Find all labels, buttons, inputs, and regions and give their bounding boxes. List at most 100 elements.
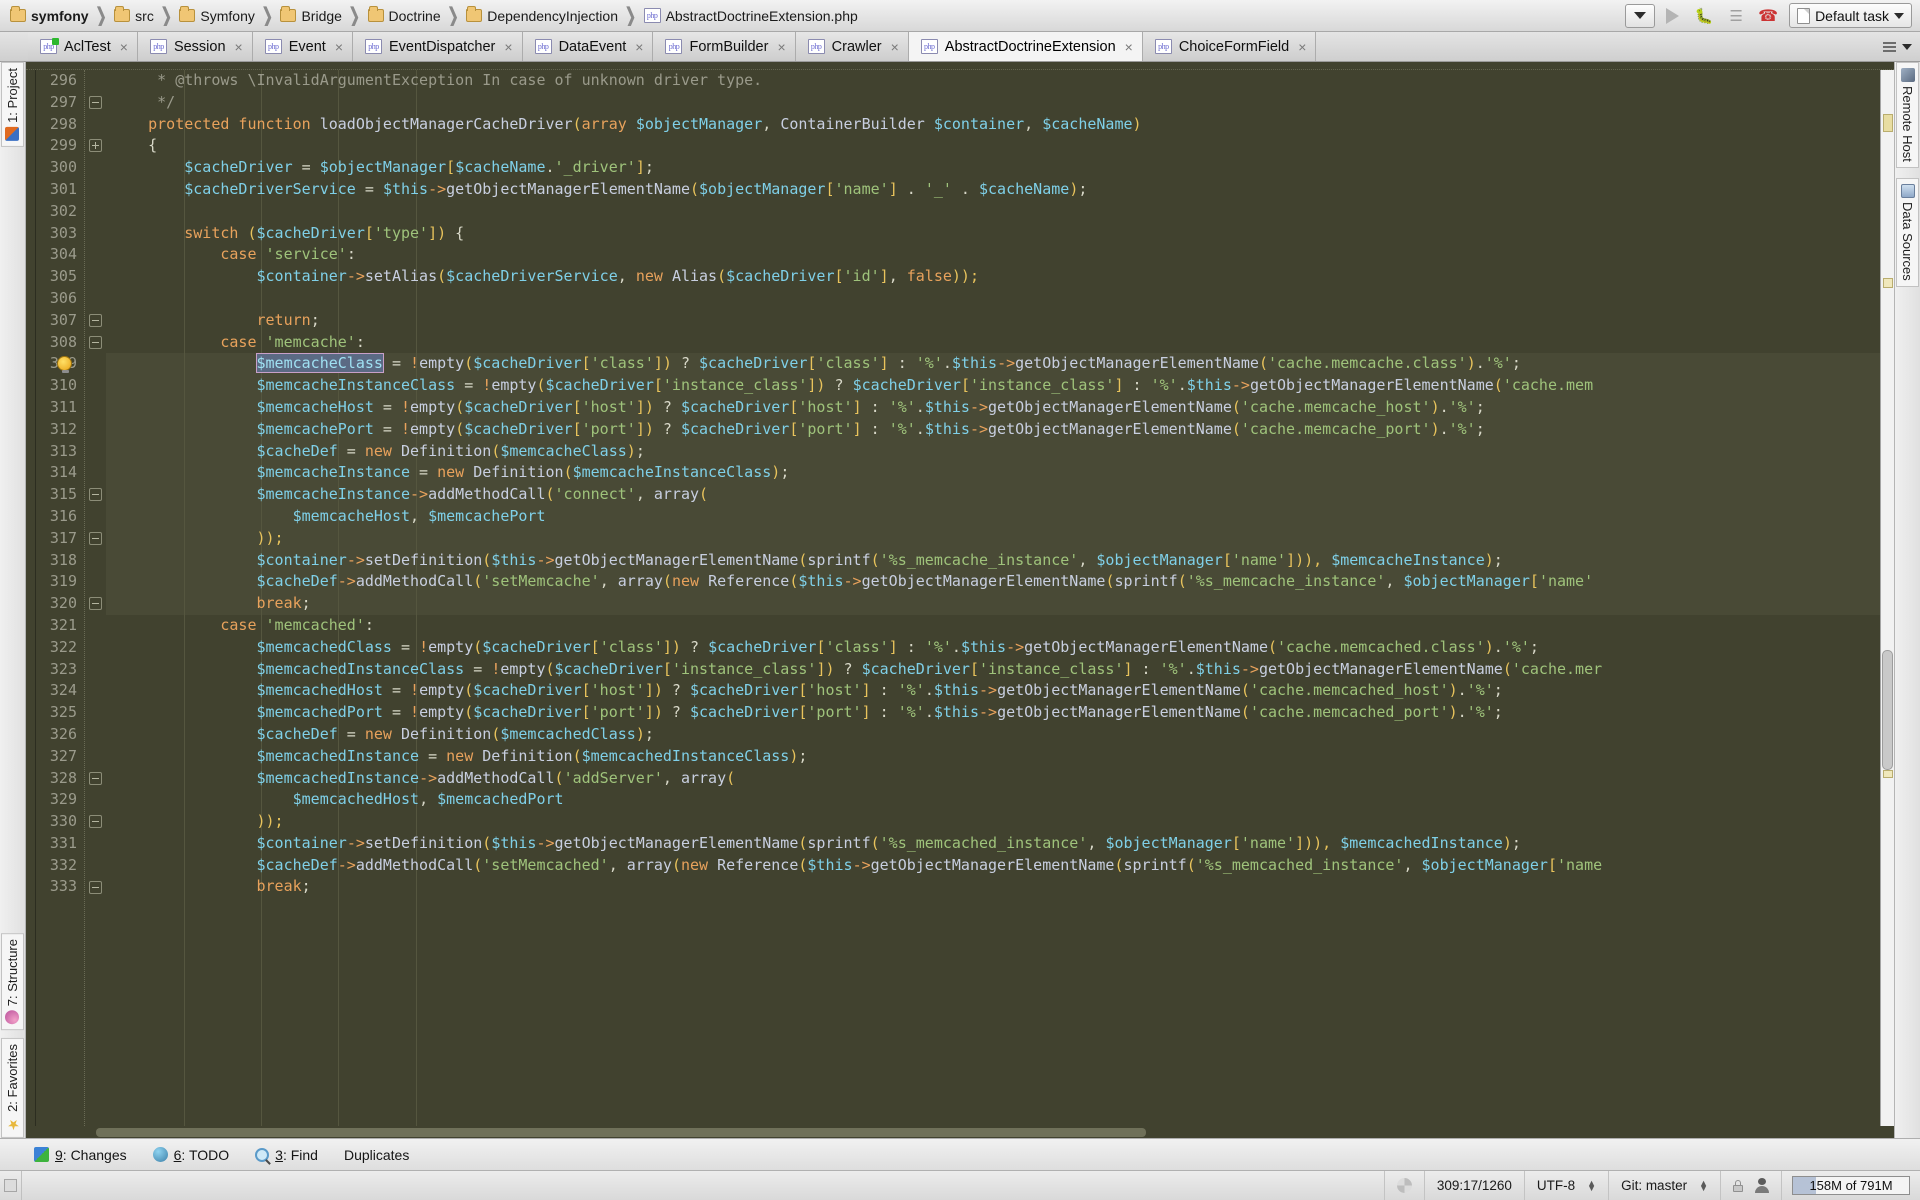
breadcrumb-item-doctrine[interactable]: Doctrine xyxy=(366,6,443,26)
code-fold-toggle[interactable] xyxy=(89,531,102,545)
code-folding-column[interactable] xyxy=(57,70,106,1126)
code-line[interactable]: $cacheDef->addMethodCall('setMemcache', … xyxy=(112,571,1880,593)
caret-position[interactable]: 309:17/1260 xyxy=(1423,1171,1524,1200)
code-line[interactable]: $memcacheInstanceClass = !empty($cacheDr… xyxy=(112,375,1880,397)
code-line[interactable]: $container->setDefinition($this->getObje… xyxy=(112,550,1880,572)
code-line[interactable]: $memcachedClass = !empty($cacheDriver['c… xyxy=(112,637,1880,659)
code-line[interactable]: * @throws \InvalidArgumentException In c… xyxy=(112,70,1880,92)
code-line[interactable]: $memcachedHost, $memcachedPort xyxy=(112,789,1880,811)
tab-list-menu-icon[interactable] xyxy=(1883,41,1896,52)
code-fold-toggle[interactable] xyxy=(89,815,102,829)
sidebar-item-project[interactable]: 1: Project xyxy=(1,62,24,147)
sidebar-item-structure[interactable]: 7: Structure xyxy=(1,932,24,1031)
code-line[interactable]: */ xyxy=(112,92,1880,114)
breadcrumb-item-symfony[interactable]: symfony xyxy=(8,6,91,26)
sidebar-item-favorites[interactable]: ★ 2: Favorites xyxy=(1,1038,24,1138)
code-fold-toggle[interactable] xyxy=(89,95,102,109)
tab-acltest[interactable]: php AclTest × xyxy=(28,32,138,61)
profile-button[interactable]: ☎ xyxy=(1753,4,1783,28)
code-line[interactable]: $memcacheHost, $memcachePort xyxy=(112,506,1880,528)
code-line[interactable] xyxy=(112,288,1880,310)
status-icons[interactable] xyxy=(1720,1171,1781,1200)
editor-gutter[interactable]: 296 297 298 299 300 301 302 303 304 305 306 307 308 3… xyxy=(36,70,106,1126)
breadcrumb-item-symfony[interactable]: Symfony xyxy=(177,6,256,26)
tab-eventdispatcher[interactable]: php EventDispatcher × xyxy=(353,32,523,61)
tab-close-icon[interactable]: × xyxy=(775,39,785,55)
sidebar-item-remote-host[interactable]: Remote Host xyxy=(1896,62,1919,168)
code-line[interactable]: $memcachedInstance->addMethodCall('addSe… xyxy=(112,768,1880,790)
toggle-tool-windows-button[interactable] xyxy=(0,1171,22,1200)
debug-button[interactable]: 🐛 xyxy=(1689,4,1719,28)
code-fold-toggle[interactable] xyxy=(89,139,102,153)
code-line[interactable]: $container->setAlias($cacheDriverService… xyxy=(112,266,1880,288)
breadcrumb-item-src[interactable]: src xyxy=(112,6,156,26)
code-line[interactable]: $memcachedInstanceClass = !empty($cacheD… xyxy=(112,659,1880,681)
code-fold-toggle[interactable] xyxy=(89,880,102,894)
code-line[interactable]: return; xyxy=(112,310,1880,332)
tab-close-icon[interactable]: × xyxy=(633,39,643,55)
code-line[interactable]: protected function loadObjectManagerCach… xyxy=(112,114,1880,136)
breadcrumb-item-bridge[interactable]: Bridge xyxy=(278,6,343,26)
memory-indicator[interactable]: 158M of 791M xyxy=(1781,1171,1920,1200)
tab-event[interactable]: php Event × xyxy=(252,32,353,61)
breadcrumb-item-abstractdoctrineextension-php[interactable]: php AbstractDoctrineExtension.php xyxy=(642,6,860,26)
chevron-down-icon[interactable] xyxy=(1902,43,1912,50)
code-line[interactable]: $memcacheInstance->addMethodCall('connec… xyxy=(112,484,1880,506)
code-fold-toggle[interactable] xyxy=(89,313,102,327)
code-line[interactable]: switch ($cacheDriver['type']) { xyxy=(112,223,1880,245)
tool-window-find[interactable]: 3: Find xyxy=(255,1147,318,1163)
tool-window-changes[interactable]: 9: Changes xyxy=(34,1147,127,1163)
tab-close-icon[interactable]: × xyxy=(1296,39,1306,55)
code-line[interactable]: case 'memcache': xyxy=(112,332,1880,354)
scrollbar-thumb[interactable] xyxy=(1882,650,1893,770)
code-line[interactable]: $cacheDef = new Definition($memcacheClas… xyxy=(112,441,1880,463)
code-fold-toggle[interactable] xyxy=(89,335,102,349)
tab-session[interactable]: php Session × xyxy=(137,32,253,61)
scrollbar-thumb[interactable] xyxy=(96,1128,1146,1137)
tab-close-icon[interactable]: × xyxy=(233,39,243,55)
tab-close-icon[interactable]: × xyxy=(118,39,128,55)
horizontal-scrollbar[interactable] xyxy=(26,1126,1894,1138)
tool-window-todo[interactable]: 6: TODO xyxy=(152,1147,229,1163)
tab-close-icon[interactable]: × xyxy=(1123,39,1133,55)
code-line[interactable]: $memcachedPort = !empty($cacheDriver['po… xyxy=(112,702,1880,724)
tab-formbuilder[interactable]: php FormBuilder × xyxy=(653,32,796,61)
code-line[interactable]: { xyxy=(112,135,1880,157)
code-line[interactable]: case 'memcached': xyxy=(112,615,1880,637)
code-text-area[interactable]: * @throws \InvalidArgumentException In c… xyxy=(106,70,1880,1126)
code-fold-toggle[interactable] xyxy=(89,597,102,611)
tab-close-icon[interactable]: × xyxy=(889,39,899,55)
code-line[interactable]: break; xyxy=(112,593,1880,615)
warning-marker[interactable] xyxy=(1883,770,1893,778)
run-configuration-dropdown-button[interactable] xyxy=(1625,3,1656,28)
code-fold-toggle[interactable] xyxy=(89,488,102,502)
code-line[interactable]: $memcacheClass = !empty($cacheDriver['cl… xyxy=(112,353,1880,375)
task-selector[interactable]: Default task xyxy=(1789,3,1912,28)
tab-choiceformfield[interactable]: php ChoiceFormField × xyxy=(1142,32,1317,61)
tool-window-duplicates[interactable]: Duplicates xyxy=(344,1147,409,1163)
code-line[interactable]: )); xyxy=(112,528,1880,550)
run-with-coverage-button[interactable]: ☰ xyxy=(1721,4,1751,28)
sidebar-item-data-sources[interactable]: Data Sources xyxy=(1896,177,1919,287)
memory-gauge[interactable]: 158M of 791M xyxy=(1792,1176,1910,1195)
code-line[interactable]: case 'service': xyxy=(112,244,1880,266)
code-line[interactable]: $memcachedInstance = new Definition($mem… xyxy=(112,746,1880,768)
code-line[interactable]: break; xyxy=(112,876,1880,898)
run-button[interactable] xyxy=(1657,4,1687,28)
code-line[interactable]: $cacheDef->addMethodCall('setMemcached',… xyxy=(112,855,1880,877)
code-fold-toggle[interactable] xyxy=(89,771,102,785)
code-line[interactable]: $container->setDefinition($this->getObje… xyxy=(112,833,1880,855)
encoding-selector[interactable]: UTF-8 ▲ ▼ xyxy=(1523,1171,1608,1200)
tab-close-icon[interactable]: × xyxy=(333,39,343,55)
tab-close-icon[interactable]: × xyxy=(502,39,512,55)
user-icon[interactable] xyxy=(1755,1178,1769,1193)
unlocked-icon[interactable] xyxy=(1733,1179,1743,1192)
code-line[interactable]: $memcacheHost = !empty($cacheDriver['hos… xyxy=(112,397,1880,419)
code-line[interactable] xyxy=(112,201,1880,223)
code-line[interactable]: $cacheDef = new Definition($memcachedCla… xyxy=(112,724,1880,746)
code-line[interactable]: $memcachedHost = !empty($cacheDriver['ho… xyxy=(112,680,1880,702)
code-line[interactable]: $cacheDriverService = $this->getObjectMa… xyxy=(112,179,1880,201)
tab-dataevent[interactable]: php DataEvent × xyxy=(522,32,654,61)
code-line[interactable]: )); xyxy=(112,811,1880,833)
editor-marker-scrollbar[interactable] xyxy=(1880,70,1894,1126)
